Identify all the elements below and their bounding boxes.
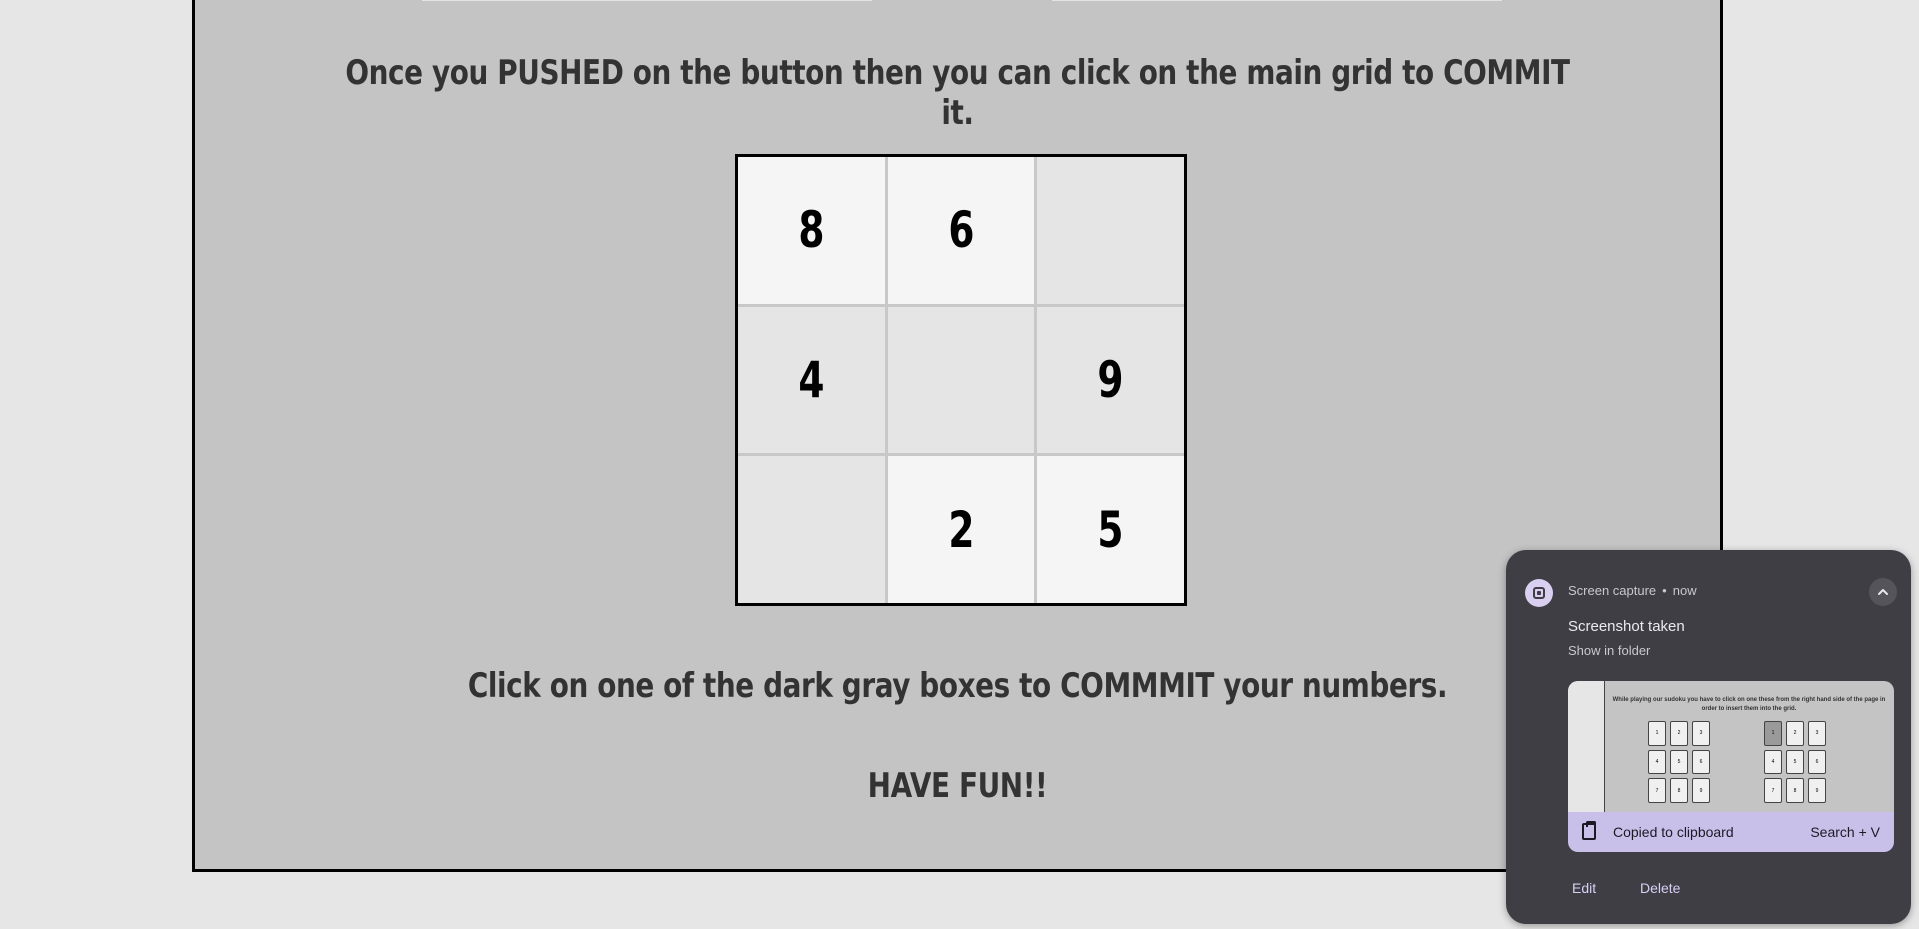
clipboard-check-icon [1582,821,1596,840]
preview-mini-cell: 3 [1808,721,1826,746]
grid-cell-value: 6 [947,201,975,260]
preview-mini-cell: 2 [1786,721,1804,746]
grid-cell[interactable]: 9 [1037,306,1184,454]
notification-separator: • [1662,583,1667,598]
preview-mini-cell: 2 [1670,721,1688,746]
preview-mini-cell: 6 [1808,749,1826,775]
grid-cell[interactable] [738,456,885,603]
chevron-up-icon[interactable] [1869,578,1897,606]
screenshot-notification[interactable]: Screen capture • now Screenshot taken Show… [1506,550,1911,924]
preview-mini-cell: 8 [1670,778,1688,803]
preview-mini-cell: 5 [1670,749,1688,775]
screenshot-preview[interactable]: While playing our sudoku you have to cli… [1568,681,1894,819]
notification-meta: Screen capture • now [1568,583,1697,598]
preview-mini-cell: 1 [1648,721,1666,746]
preview-mini-cell: 7 [1648,778,1666,803]
preview-mini-cell: 4 [1764,749,1782,775]
grid-cell-value: 4 [798,350,825,409]
grid-cell[interactable]: 5 [1037,456,1184,603]
preview-mini-cell: 6 [1692,749,1710,775]
preview-grid-right: 123 456 789 [1764,721,1826,803]
copied-to-clipboard-bar[interactable]: Copied to clipboard Search + V [1568,812,1894,852]
grid-cell-value: 9 [1097,350,1124,409]
have-fun-heading: HAVE FUN!! [867,766,1048,806]
grid-cell[interactable]: 2 [887,456,1035,603]
grid-cell[interactable]: 8 [738,157,885,304]
sudoku-page-panel: Once you PUSHED on the button then you c… [192,0,1723,872]
edit-button[interactable]: Edit [1572,880,1596,896]
sudoku-main-grid: 8 6 4 9 2 5 [735,154,1187,606]
notification-title: Screenshot taken [1568,618,1685,635]
preview-mini-cell: 7 [1764,778,1782,803]
clipboard-label: Copied to clipboard [1613,824,1734,840]
grid-cell[interactable]: 6 [887,157,1035,304]
preview-mini-cell: 1 [1764,721,1782,746]
notification-time: now [1672,583,1697,598]
preview-line2: order to insert them into the grid. [1701,706,1797,712]
top-bar-right [1052,0,1502,1]
preview-grid-left: 123 456 789 [1648,721,1710,803]
instruction-click-heading: Click on one of the dark gray boxes to C… [467,666,1448,706]
grid-cell-value: 5 [1097,500,1124,559]
grid-cell[interactable] [887,306,1035,454]
instruction-commit-heading: Once you PUSHED on the button then you c… [345,53,1570,133]
clipboard-shortcut: Search + V [1810,824,1880,840]
preview-mini-cell: 5 [1786,749,1804,775]
preview-mini-cell: 9 [1808,778,1826,803]
preview-mini-cell: 8 [1786,778,1804,803]
preview-mini-cell: 9 [1692,778,1710,803]
preview-gutter [1568,681,1605,819]
grid-cell-value: 8 [798,201,825,260]
preview-mini-cell: 3 [1692,721,1710,746]
notification-app-name: Screen capture [1568,583,1657,598]
delete-button[interactable]: Delete [1640,880,1680,896]
preview-line1: While playing our sudoku you have to cli… [1612,697,1886,703]
show-in-folder-link[interactable]: Show in folder [1568,643,1650,658]
screen-capture-icon [1525,579,1553,607]
grid-cell-value: 2 [947,500,975,559]
grid-cell[interactable]: 4 [738,306,885,454]
preview-mini-cell: 4 [1648,749,1666,775]
grid-cell[interactable] [1037,157,1184,304]
top-bar-left [422,0,872,1]
